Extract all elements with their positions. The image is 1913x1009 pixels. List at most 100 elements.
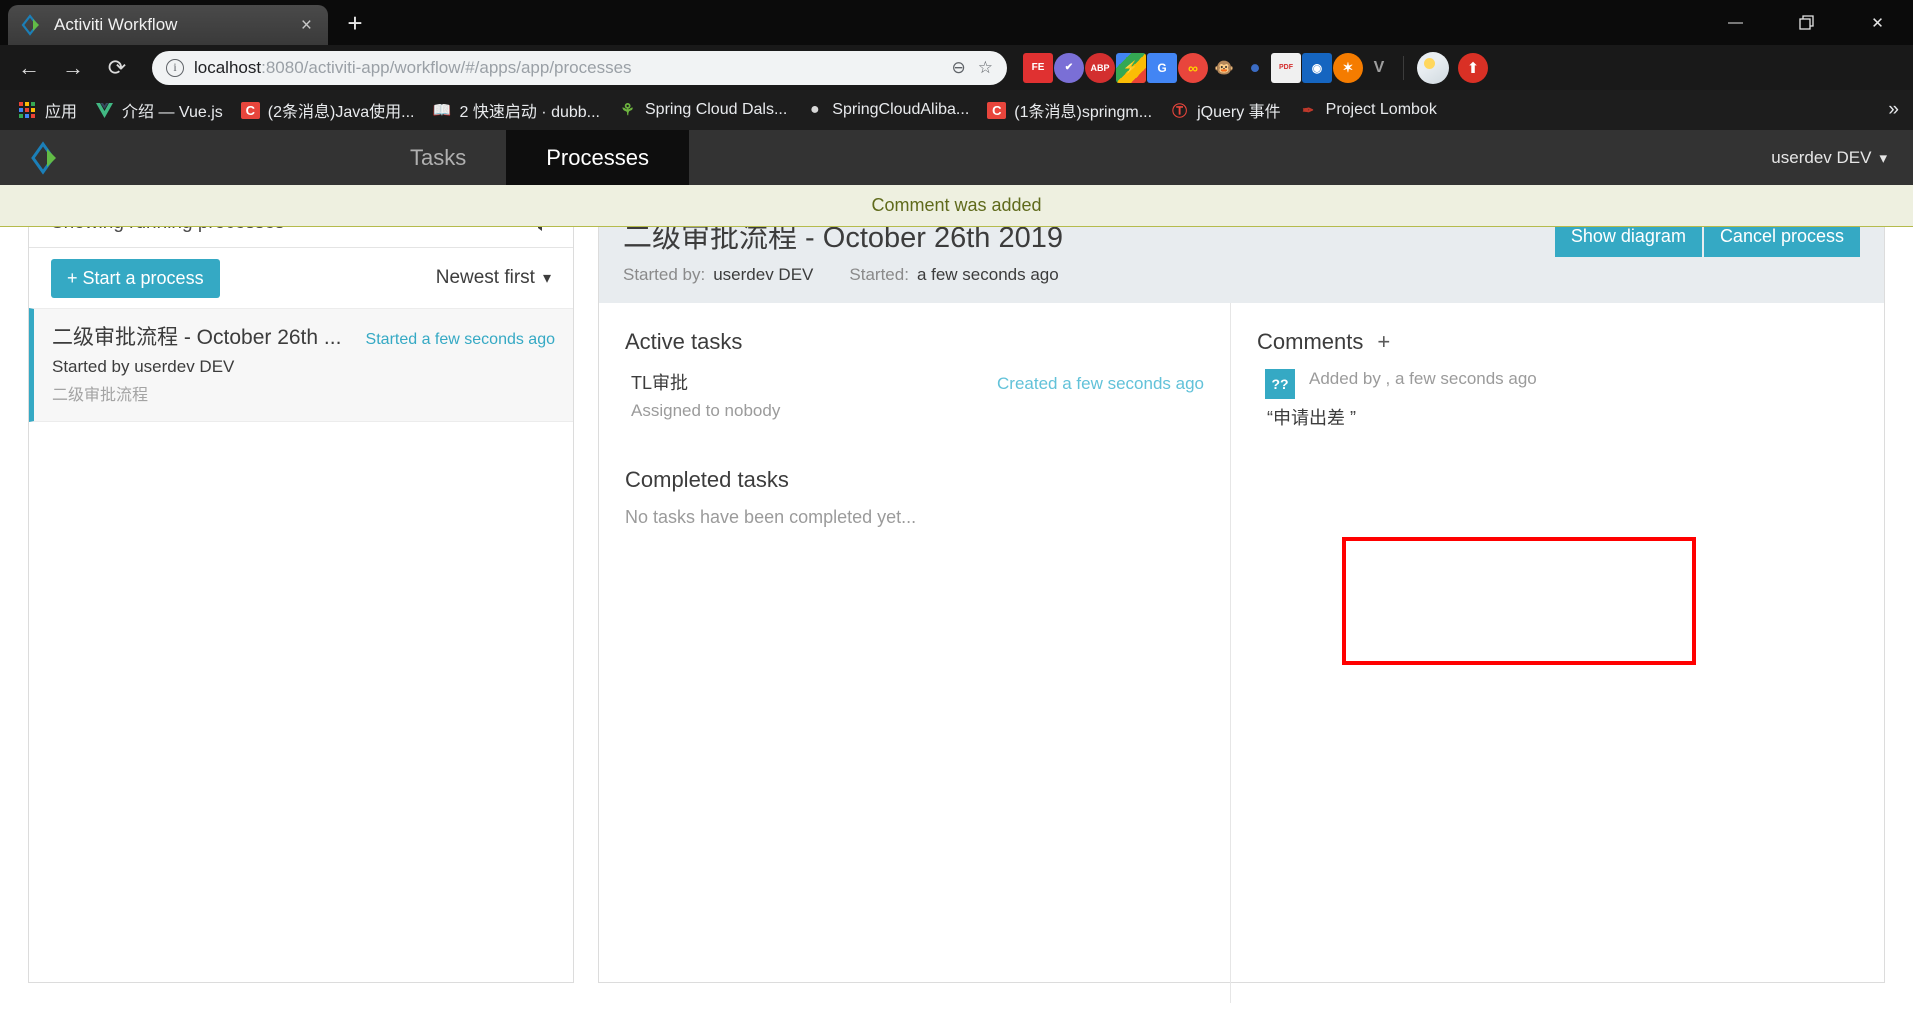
browser-navbar: ← → ⟳ i localhost:8080/activiti-app/work…	[0, 45, 1913, 90]
apps-grid-icon	[18, 101, 37, 120]
url-path: :8080/activiti-app/workflow/#/apps/app/p…	[261, 57, 632, 77]
active-task-assignee: Assigned to nobody	[631, 401, 781, 420]
activiti-diamond-icon	[20, 14, 42, 36]
pdfjs-icon[interactable]: PDF	[1271, 52, 1301, 83]
active-task-time: Created a few seconds ago	[997, 374, 1204, 393]
active-task-item[interactable]: TL审批 Created a few seconds ago Assigned …	[625, 369, 1204, 421]
proxy-switch-icon[interactable]: ◉	[1302, 52, 1332, 83]
app-body: Comment was added Showing running proces…	[0, 185, 1913, 1003]
csdn-icon: C	[240, 101, 260, 119]
bookmark-label: Project Lombok	[1325, 101, 1437, 118]
active-tasks-heading: Active tasks	[625, 329, 743, 354]
leaf-icon[interactable]: ⦁	[1240, 53, 1270, 83]
add-comment-icon[interactable]: +	[1377, 331, 1390, 353]
process-list-panel: Showing running processes + Start a proc…	[28, 197, 574, 983]
tasks-column: Active tasks TL审批 Created a few seconds …	[599, 303, 1231, 1003]
bookmark-springcloudalibaba[interactable]: ● SpringCloudAliba...	[797, 95, 977, 125]
tab-strip: Activiti Workflow × +	[0, 0, 376, 45]
process-item-starter: Started by userdev DEV	[52, 357, 235, 376]
comments-column: Comments + ?? Added by , a few seconds a…	[1231, 303, 1884, 1003]
infinity-icon[interactable]: ∞	[1178, 52, 1208, 83]
process-item-header: 二级审批流程 - October 26th ... Started a few …	[52, 321, 555, 351]
chevron-down-icon: ▾	[1879, 149, 1887, 167]
google-translate-icon[interactable]: G	[1147, 52, 1177, 83]
completed-tasks-empty: No tasks have been completed yet...	[625, 507, 917, 527]
orange-gear-icon[interactable]: ✶	[1333, 52, 1363, 83]
bookmark-spring-cloud[interactable]: ⚘ Spring Cloud Dals...	[610, 95, 795, 125]
active-task-name: TL审批	[631, 373, 689, 393]
chevron-down-icon: ▾	[542, 270, 551, 287]
update-arrow-icon[interactable]: ⬆	[1458, 52, 1488, 83]
new-tab-button[interactable]: +	[334, 3, 376, 43]
user-menu[interactable]: userdev DEV ▾	[1771, 130, 1887, 185]
comments-heading: Comments	[1257, 329, 1364, 354]
minimize-icon[interactable]: —	[1700, 0, 1771, 45]
fe-helper-icon[interactable]: FE	[1023, 52, 1053, 83]
tab-tasks[interactable]: Tasks	[370, 130, 506, 185]
bookmark-star-icon[interactable]: ☆	[978, 58, 993, 78]
bookmark-label: 应用	[45, 104, 78, 121]
avatar: ??	[1265, 369, 1295, 399]
checkmark-circle-icon[interactable]: ✔	[1054, 52, 1084, 83]
dubbo-book-icon: 📖	[432, 102, 452, 119]
url-host: localhost	[194, 57, 262, 77]
bookmark-label: (1条消息)springm...	[1014, 104, 1153, 121]
site-info-icon[interactable]: i	[166, 58, 184, 77]
process-item-title: 二级审批流程 - October 26th ...	[52, 326, 342, 349]
comment-item: ?? Added by , a few seconds ago “申请出差 ”	[1257, 369, 1858, 430]
browser-tab-activiti[interactable]: Activiti Workflow ×	[8, 5, 328, 45]
maximize-icon[interactable]	[1771, 0, 1842, 45]
process-detail-meta: Started by: userdev DEV Started: a few s…	[623, 265, 1860, 285]
vuejs-icon	[95, 101, 114, 120]
github-icon: ●	[809, 101, 820, 118]
bookmark-label: SpringCloudAliba...	[832, 101, 970, 118]
comment-row: ?? Added by , a few seconds ago	[1257, 369, 1858, 399]
comments-header: Comments +	[1257, 329, 1858, 355]
app-header: Tasks Processes userdev DEV ▾	[0, 130, 1913, 196]
bookmark-apps[interactable]: 应用	[10, 95, 85, 125]
process-detail-columns: Active tasks TL审批 Created a few seconds …	[599, 303, 1884, 1003]
bookmarks-overflow-icon[interactable]: »	[1888, 99, 1899, 121]
bookmark-csdn-java[interactable]: C (2条消息)Java使用...	[233, 95, 423, 125]
window-controls: — ✕	[1700, 0, 1913, 45]
spring-icon: ⚘	[620, 102, 635, 119]
monkey-icon[interactable]: 🐵	[1209, 53, 1239, 83]
browser-window: Activiti Workflow × + — ✕ ← → ⟳ i localh…	[0, 0, 1913, 1009]
profile-avatar[interactable]	[1417, 51, 1449, 84]
sort-dropdown[interactable]: Newest first ▾	[436, 267, 551, 289]
extensions-bar: FE ✔ ABP ⚡ G ∞ 🐵 ⦁ PDF ◉ ✶ V ⬆	[1017, 51, 1488, 84]
back-icon[interactable]: ←	[10, 49, 48, 87]
tab-processes[interactable]: Processes	[506, 130, 689, 196]
process-list-item[interactable]: 二级审批流程 - October 26th ... Started a few …	[29, 308, 573, 422]
browser-titlebar: Activiti Workflow × + — ✕	[0, 0, 1913, 45]
reload-icon[interactable]: ⟳	[98, 49, 136, 87]
adblock-plus-icon[interactable]: ABP	[1085, 52, 1115, 83]
jquery-icon: Ⓣ	[1172, 102, 1188, 120]
user-menu-label: userdev DEV	[1771, 147, 1872, 167]
start-process-button[interactable]: + Start a process	[51, 258, 220, 298]
activiti-diamond-logo[interactable]	[0, 130, 90, 185]
bookmarks-bar: 应用 介绍 — Vue.js C (2条消息)Java使用... 📖 2 快速启…	[0, 90, 1913, 130]
process-item-definition: 二级审批流程	[52, 387, 149, 404]
sort-label: Newest first	[435, 267, 535, 288]
completed-tasks-heading: Completed tasks	[625, 467, 789, 492]
close-icon[interactable]: ×	[297, 16, 316, 35]
process-detail-panel: 二级审批流程 - October 26th 2019 Started by: u…	[598, 197, 1885, 1003]
bookmark-dubbo[interactable]: 📖 2 快速启动 · dubb...	[425, 95, 609, 125]
bookmark-csdn-springm[interactable]: C (1条消息)springm...	[979, 95, 1160, 125]
bookmark-lombok[interactable]: ✒ Project Lombok	[1291, 95, 1445, 125]
started-value: a few seconds ago	[916, 265, 1059, 284]
bookmark-jquery[interactable]: Ⓣ jQuery 事件	[1162, 95, 1289, 125]
tab-title: Activiti Workflow	[54, 15, 178, 34]
lightning-colors-icon[interactable]: ⚡	[1116, 52, 1146, 83]
bookmark-vuejs[interactable]: 介绍 — Vue.js	[87, 95, 231, 125]
address-bar[interactable]: i localhost:8080/activiti-app/workflow/#…	[152, 50, 1007, 85]
close-window-icon[interactable]: ✕	[1842, 0, 1913, 45]
forward-icon[interactable]: →	[54, 49, 92, 87]
bookmark-label: 介绍 — Vue.js	[122, 104, 223, 121]
started-label: Started:	[849, 265, 909, 284]
vue-devtools-icon[interactable]: V	[1364, 53, 1394, 83]
zoom-icon[interactable]: ⊖	[952, 58, 966, 78]
meta-spacer	[821, 265, 841, 285]
